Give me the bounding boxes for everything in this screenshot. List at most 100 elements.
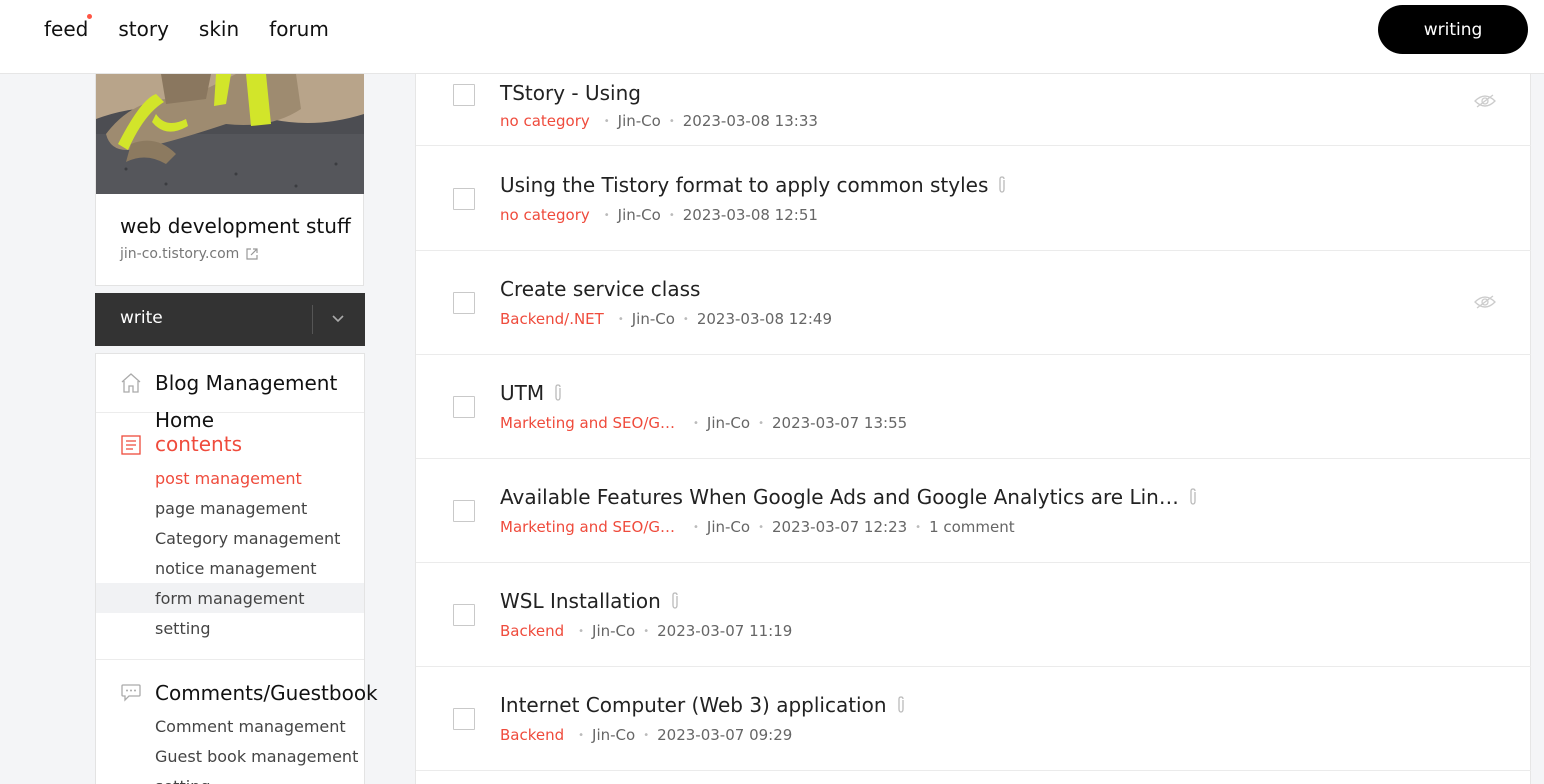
post-category-link[interactable]: Backend/.NET xyxy=(500,310,604,328)
post-title-link[interactable]: UTM xyxy=(500,381,564,405)
nav-forum-link[interactable]: forum xyxy=(269,16,329,42)
meta-separator: • xyxy=(758,521,764,533)
menu-item-form-management[interactable]: form management xyxy=(155,589,305,608)
post-category-link[interactable]: no category xyxy=(500,112,590,130)
menu-blog-management[interactable]: Blog Management xyxy=(155,371,337,395)
menu-item-category-management[interactable]: Category management xyxy=(155,529,340,548)
nav-feed-label: feed xyxy=(44,17,89,41)
post-meta: Backend/.NET • Jin-Co • 2023-03-08 12:49 xyxy=(500,310,832,328)
write-label[interactable]: write xyxy=(120,308,163,328)
post-checkbox[interactable] xyxy=(453,84,475,106)
post-meta: Backend • Jin-Co • 2023-03-07 09:29 xyxy=(500,726,792,744)
profile-card: web development stuff jin-co.tistory.com xyxy=(95,74,364,286)
post-title-link[interactable]: Available Features When Google Ads and G… xyxy=(500,485,1199,509)
post-title-link[interactable]: Create service class xyxy=(500,277,700,301)
menu-item-page-management[interactable]: page management xyxy=(155,499,307,518)
post-title: WSL Installation xyxy=(500,589,661,613)
menu-divider xyxy=(96,412,364,413)
post-title: Available Features When Google Ads and G… xyxy=(500,485,1179,509)
post-category-link[interactable]: Marketing and SEO/G… xyxy=(500,414,675,432)
post-row: UTM Marketing and SEO/G… • Jin-Co • 2023-0… xyxy=(416,355,1531,459)
meta-separator: • xyxy=(578,625,585,637)
meta-separator: • xyxy=(758,417,764,429)
post-row: Create service class Backend/.NET • Jin-C… xyxy=(416,251,1531,355)
post-comment-count[interactable]: 1 comment xyxy=(929,518,1015,536)
post-checkbox[interactable] xyxy=(453,708,475,730)
post-meta: no category • Jin-Co • 2023-03-08 12:51 xyxy=(500,206,818,224)
nav-skin-link[interactable]: skin xyxy=(199,16,239,42)
post-category-link[interactable]: Marketing and SEO/G… xyxy=(500,518,675,536)
menu-item-guestbook-management[interactable]: Guest book management xyxy=(155,747,358,766)
post-row: WSL Installation Backend • Jin-Co • 2023-0… xyxy=(416,563,1531,667)
menu-home[interactable]: Home xyxy=(155,408,214,432)
post-title-link[interactable]: Internet Computer (Web 3) application xyxy=(500,693,907,717)
writing-button[interactable]: writing xyxy=(1378,5,1528,54)
post-category-link[interactable]: Backend xyxy=(500,726,564,744)
blog-title[interactable]: web development stuff xyxy=(120,214,351,238)
post-date: 2023-03-07 11:19 xyxy=(657,622,793,640)
meta-separator: • xyxy=(693,521,699,533)
post-date: 2023-03-07 13:55 xyxy=(771,414,908,432)
post-checkbox[interactable] xyxy=(453,188,475,210)
chevron-down-icon[interactable] xyxy=(331,312,345,326)
menu-item-post-management[interactable]: post management xyxy=(155,469,302,488)
post-meta: Marketing and SEO/G… • Jin-Co • 2023-03-07… xyxy=(500,414,907,432)
nav-feed-link[interactable]: feed xyxy=(44,14,93,42)
menu-item-setting[interactable]: setting xyxy=(155,619,210,638)
post-date: 2023-03-07 12:23 xyxy=(771,518,908,536)
post-checkbox[interactable] xyxy=(453,292,475,314)
post-author: Jin-Co xyxy=(617,206,661,224)
meta-separator: • xyxy=(643,625,650,637)
meta-separator: • xyxy=(617,313,624,325)
blog-url-text: jin-co.tistory.com xyxy=(120,246,240,262)
blog-profile-image[interactable] xyxy=(96,74,364,194)
meta-separator: • xyxy=(643,729,650,741)
write-bar-divider xyxy=(312,305,313,334)
notification-dot xyxy=(87,14,93,19)
post-author: Jin-Co xyxy=(592,726,636,744)
eye-slash-icon[interactable] xyxy=(1474,294,1496,310)
post-title-link[interactable]: Using the Tistory format to apply common… xyxy=(500,173,1008,197)
post-title: Create service class xyxy=(500,277,701,301)
meta-separator: • xyxy=(603,115,610,127)
home-icon xyxy=(121,373,141,393)
nav-story-link[interactable]: story xyxy=(118,16,169,42)
eye-slash-icon[interactable] xyxy=(1474,93,1496,109)
menu-divider xyxy=(96,659,364,660)
post-meta: Backend • Jin-Co • 2023-03-07 11:19 xyxy=(500,622,792,640)
post-title-link[interactable]: TStory - Using xyxy=(500,81,641,105)
meta-separator: • xyxy=(668,115,675,127)
post-date: 2023-03-08 13:33 xyxy=(682,112,818,130)
menu-item-comment-management[interactable]: Comment management xyxy=(155,717,346,736)
speech-bubble-icon xyxy=(121,684,141,702)
post-title-link[interactable]: WSL Installation xyxy=(500,589,681,613)
menu-comments-guestbook[interactable]: Comments/Guestbook xyxy=(155,681,378,705)
menu-item-comments-setting[interactable]: setting xyxy=(155,777,210,784)
meta-separator: • xyxy=(693,417,699,429)
post-date: 2023-03-08 12:51 xyxy=(682,206,818,224)
post-author: Jin-Co xyxy=(617,112,661,130)
post-checkbox[interactable] xyxy=(453,604,475,626)
post-title: TStory - Using xyxy=(500,81,641,105)
post-author: Jin-Co xyxy=(592,622,636,640)
post-title: UTM xyxy=(500,381,545,405)
external-link-icon xyxy=(246,248,258,260)
post-category-link[interactable]: Backend xyxy=(500,622,564,640)
post-list: TStory - Using no category • Jin-Co • 2023… xyxy=(415,74,1531,784)
write-dropdown[interactable]: write xyxy=(95,293,365,346)
post-date: 2023-03-07 09:29 xyxy=(657,726,793,744)
meta-separator: • xyxy=(915,521,922,533)
top-header: feed story skin forum writing xyxy=(0,0,1544,74)
meta-separator: • xyxy=(578,729,585,741)
meta-separator: • xyxy=(603,209,610,221)
blog-url-link[interactable]: jin-co.tistory.com xyxy=(120,246,259,262)
post-meta: Marketing and SEO/G… • Jin-Co • 2023-03-07… xyxy=(500,518,1015,536)
paperclip-icon xyxy=(999,176,1006,193)
menu-item-notice-management[interactable]: notice management xyxy=(155,559,317,578)
paperclip-icon xyxy=(897,696,904,713)
post-checkbox[interactable] xyxy=(453,500,475,522)
post-checkbox[interactable] xyxy=(453,396,475,418)
post-category-link[interactable]: no category xyxy=(500,206,590,224)
meta-separator: • xyxy=(682,313,689,325)
menu-contents[interactable]: contents xyxy=(155,432,242,456)
